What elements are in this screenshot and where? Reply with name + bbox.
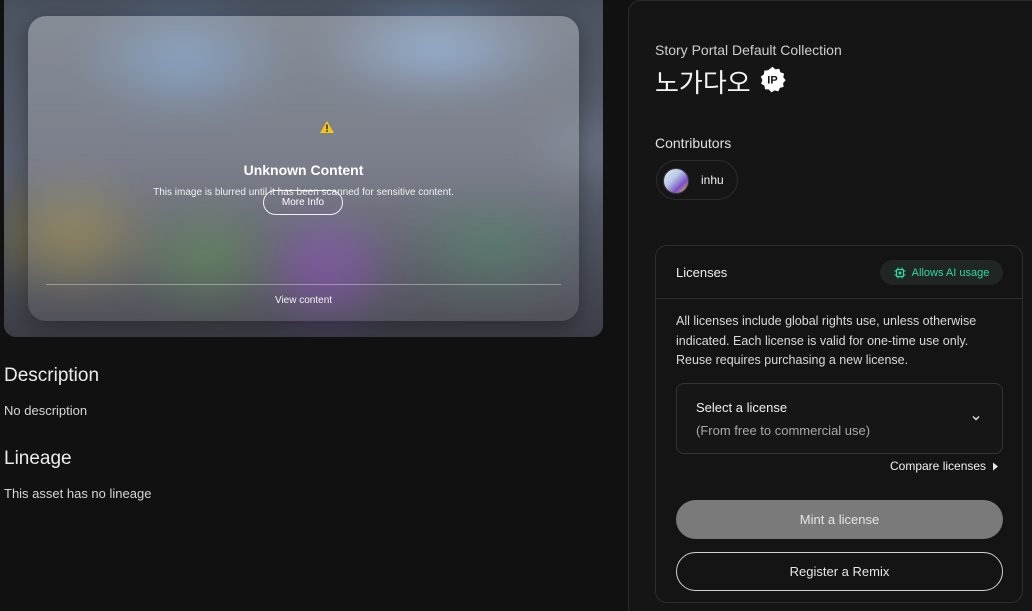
ai-usage-label: Allows AI usage xyxy=(911,266,990,279)
view-content-link[interactable]: View content xyxy=(28,295,579,306)
warning-triangle-icon xyxy=(320,121,334,133)
contributor-name: inhu xyxy=(701,173,724,187)
asset-media-preview: Unknown Content This image is blurred un… xyxy=(4,0,603,337)
mint-license-button[interactable]: Mint a license xyxy=(676,500,1003,539)
compare-licenses-link[interactable]: Compare licenses xyxy=(890,459,999,473)
ai-usage-badge: Allows AI usage xyxy=(880,260,1003,285)
asset-title: 노가다오 xyxy=(655,69,751,99)
contributor-chip[interactable]: inhu xyxy=(656,160,738,200)
more-info-button[interactable]: More Info xyxy=(263,190,343,215)
licenses-description: All licenses include global rights use, … xyxy=(676,314,977,367)
sensitive-content-overlay: Unknown Content This image is blurred un… xyxy=(28,16,579,321)
avatar xyxy=(663,168,689,194)
compare-licenses-label: Compare licenses xyxy=(890,459,987,473)
licenses-title: Licenses xyxy=(676,265,728,280)
svg-text:IP: IP xyxy=(767,75,777,87)
license-select-subtitle: (From free to commercial use) xyxy=(696,423,871,438)
lineage-heading: Lineage xyxy=(4,448,72,469)
contributors-heading: Contributors xyxy=(655,135,732,151)
overlay-title: Unknown Content xyxy=(243,162,364,178)
license-select[interactable]: Select a license (From free to commercia… xyxy=(676,383,1003,454)
lineage-text: This asset has no lineage xyxy=(4,486,152,501)
ip-badge-icon: IP xyxy=(760,66,786,93)
overlay-divider xyxy=(46,284,561,285)
register-remix-button[interactable]: Register a Remix xyxy=(676,552,1003,591)
description-text: No description xyxy=(4,403,88,418)
chevron-down-icon xyxy=(972,416,980,421)
license-select-title: Select a license xyxy=(696,400,788,415)
licenses-card: Licenses Allows AI usage All licenses in… xyxy=(655,245,1023,603)
licenses-header: Licenses Allows AI usage xyxy=(656,246,1022,299)
collection-name[interactable]: Story Portal Default Collection xyxy=(655,42,842,58)
chip-icon xyxy=(894,267,906,278)
caret-right-icon xyxy=(993,462,999,470)
description-heading: Description xyxy=(4,365,100,386)
